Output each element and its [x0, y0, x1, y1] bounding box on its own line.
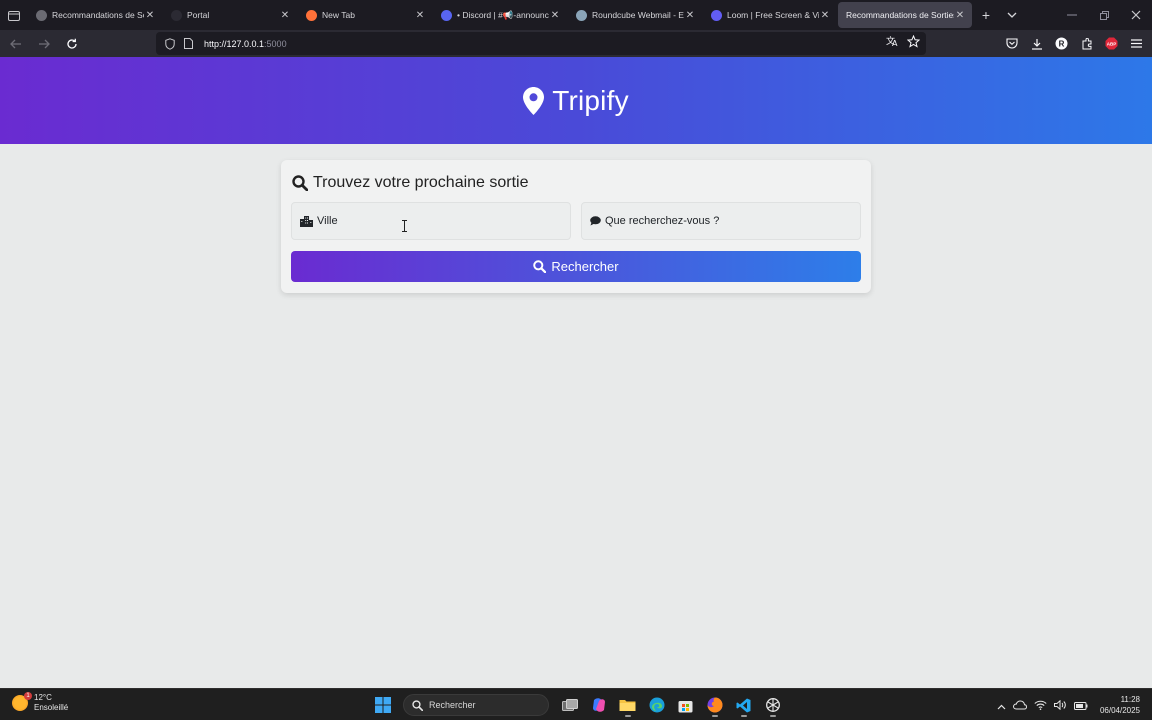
adblock-extension-icon[interactable]: ABP [1102, 34, 1121, 53]
navigation-toolbar: http://127.0.0.1:5000 文A [0, 30, 1152, 57]
running-indicator [624, 715, 631, 717]
battery-icon[interactable] [1074, 697, 1088, 715]
close-window-button[interactable] [1120, 0, 1152, 30]
speaker-icon[interactable] [1054, 697, 1067, 715]
forward-arrow-icon[interactable] [32, 32, 56, 56]
svg-text:A: A [892, 39, 898, 47]
tab-close-icon[interactable]: ✕ [414, 10, 426, 21]
wifi-icon[interactable] [1034, 697, 1047, 715]
vscode-icon[interactable] [731, 693, 756, 717]
search-button[interactable]: Rechercher [291, 251, 861, 282]
tab-close-icon[interactable]: ✕ [144, 10, 156, 21]
tab-close-icon[interactable]: ✕ [954, 10, 966, 21]
tab-close-icon[interactable]: ✕ [819, 10, 831, 21]
clock-time: 11:28 [1120, 695, 1140, 704]
search-card: Trouvez votre prochaine sortie Ville Que… [281, 160, 871, 293]
city-placeholder: Ville [317, 215, 338, 227]
brand-logo[interactable]: Tripify [523, 85, 629, 117]
tab-favicon-icon [171, 9, 182, 21]
search-icon [292, 175, 308, 191]
search-icon [412, 699, 423, 711]
notification-badge: 1 [24, 692, 32, 700]
translate-icon[interactable]: 文A [886, 35, 899, 53]
chevron-down-icon[interactable] [999, 10, 1025, 21]
running-indicator [711, 715, 718, 717]
taskbar-search[interactable]: Rechercher [403, 694, 549, 716]
comment-icon [590, 216, 601, 226]
browser-tab[interactable]: Recommandations de Sorties✕ [838, 2, 972, 28]
file-explorer-icon[interactable] [615, 693, 640, 717]
copilot-icon[interactable] [586, 693, 611, 717]
text-cursor-icon [402, 220, 407, 232]
address-bar[interactable]: http://127.0.0.1:5000 文A [156, 32, 926, 55]
system-clock[interactable]: 11:28 06/04/2025 [1100, 694, 1140, 716]
download-icon[interactable] [1027, 34, 1046, 53]
browser-tab[interactable]: New Tab ✕ [298, 2, 432, 28]
bookmark-star-icon[interactable] [906, 34, 921, 53]
edge-icon[interactable] [644, 693, 669, 717]
tab-list-icon[interactable] [0, 0, 28, 30]
sun-icon: 1 [12, 692, 32, 711]
chevron-up-icon[interactable] [997, 697, 1006, 715]
clock-date: 06/04/2025 [1099, 706, 1140, 715]
shield-icon[interactable] [162, 36, 178, 52]
browser-tab[interactable]: Recommandations de Sorties✕ [28, 2, 162, 28]
new-tab-button[interactable]: + [973, 7, 999, 23]
tab-title: Recommandations de Sorties [52, 10, 144, 20]
query-input[interactable]: Que recherchez-vous ? [581, 202, 861, 240]
tab-favicon-icon [441, 9, 452, 21]
reload-icon[interactable] [60, 32, 84, 56]
page-info-icon[interactable] [180, 36, 196, 52]
tab-close-icon[interactable]: ✕ [549, 10, 561, 21]
menu-icon[interactable] [1127, 34, 1146, 53]
tab-close-icon[interactable]: ✕ [279, 10, 291, 21]
card-title: Trouvez votre prochaine sortie [292, 174, 529, 192]
tab-title: Portal [187, 10, 210, 20]
microsoft-store-icon[interactable] [673, 693, 698, 717]
tab-favicon-icon [36, 9, 47, 21]
brand-name: Tripify [552, 84, 629, 116]
back-arrow-icon[interactable] [4, 32, 28, 56]
restore-button[interactable] [1088, 0, 1120, 30]
account-avatar-icon[interactable]: R [1052, 34, 1071, 53]
browser-tab[interactable]: Roundcube Webmail - ENS✕ [568, 2, 702, 28]
svg-text:R: R [1059, 39, 1065, 48]
tab-favicon-icon [576, 9, 587, 21]
url-text: http://127.0.0.1:5000 [204, 38, 287, 49]
tab-title: Recommandations de Sorties [846, 10, 954, 20]
running-indicator [740, 715, 747, 717]
onedrive-cloud-icon[interactable] [1012, 697, 1028, 715]
web-page: Tripify Trouvez votre prochaine sortie V… [0, 57, 1152, 688]
city-input[interactable]: Ville [291, 202, 571, 240]
search-icon [533, 260, 547, 273]
svg-text:ABP: ABP [1107, 41, 1117, 46]
browser-tab[interactable]: Loom | Free Screen & Video✕ [703, 2, 837, 28]
windows-start-icon[interactable] [370, 693, 395, 717]
tab-favicon-icon [306, 9, 317, 21]
weather-temperature: 12°C [34, 693, 52, 702]
city-icon [300, 215, 313, 227]
running-indicator [769, 715, 776, 717]
tab-strip: Recommandations de Sorties✕Portal✕New Ta… [0, 0, 1152, 30]
tab-favicon-icon [711, 9, 722, 21]
task-view-icon[interactable] [557, 693, 582, 717]
minimize-button[interactable] [1056, 0, 1088, 30]
weather-description: Ensoleillé [34, 703, 69, 712]
extensions-icon[interactable] [1077, 34, 1096, 53]
weather-widget[interactable]: 1 12°C Ensoleillé [12, 692, 69, 713]
tab-title: Loom | Free Screen & Video [727, 10, 819, 20]
taskbar: 1 12°C Ensoleillé Rechercher 11:28 06/04… [0, 688, 1152, 720]
map-pin-icon [523, 86, 545, 115]
tab-title: • Discord | #📢-announceme [457, 9, 549, 20]
tab-title: New Tab [322, 10, 355, 20]
query-placeholder: Que recherchez-vous ? [605, 215, 720, 227]
browser-tab[interactable]: Portal ✕ [163, 2, 297, 28]
page-header: Tripify [0, 57, 1152, 144]
firefox-icon[interactable] [702, 693, 727, 717]
tab-title: Roundcube Webmail - ENS [592, 10, 684, 20]
tab-close-icon[interactable]: ✕ [684, 10, 696, 21]
browser-tab[interactable]: • Discord | #📢-announceme✕ [433, 2, 567, 28]
chatgpt-icon[interactable] [760, 693, 785, 717]
pocket-icon[interactable] [1002, 34, 1021, 53]
